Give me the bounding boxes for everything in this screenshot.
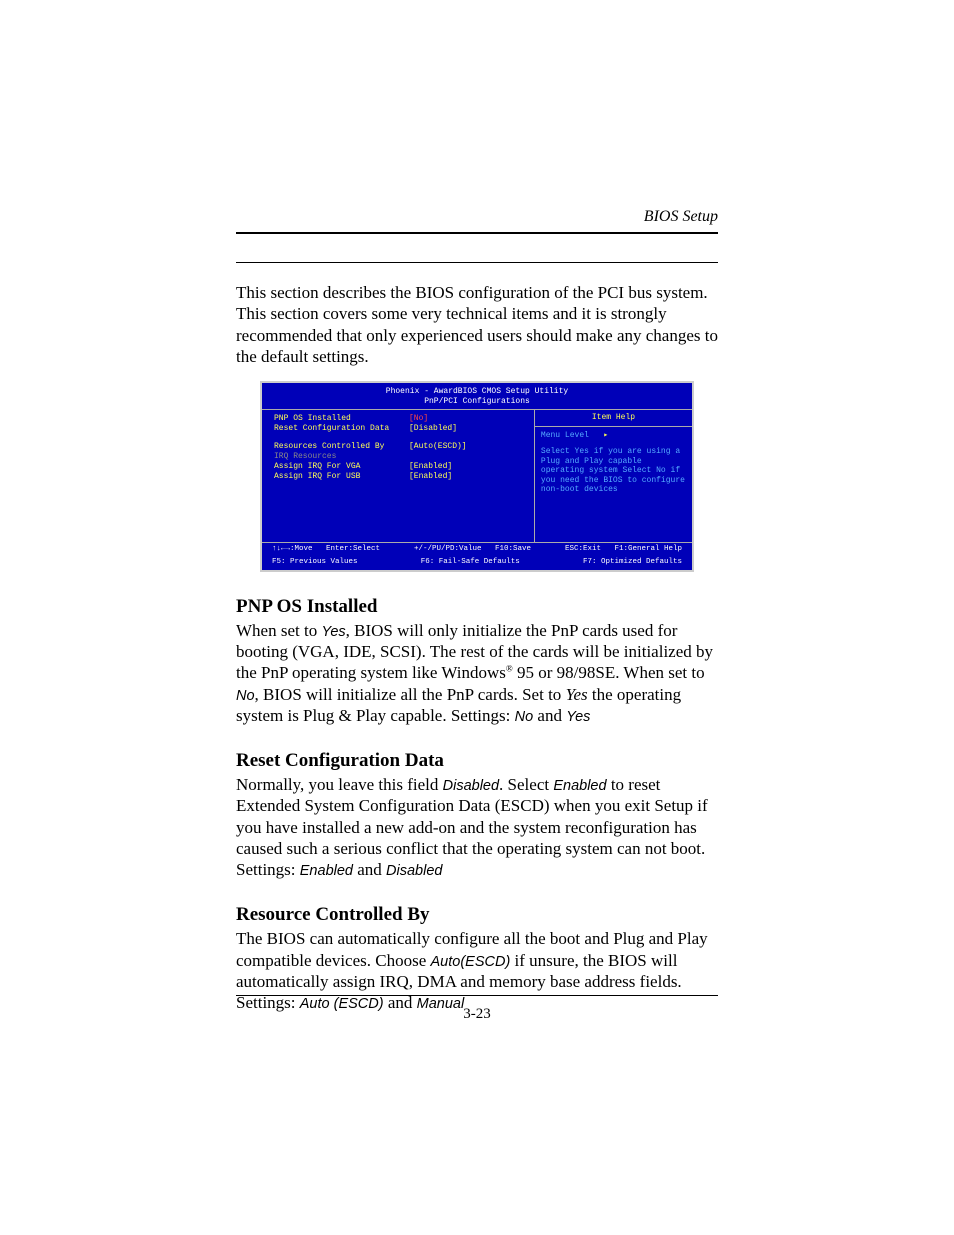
bios-setting-row: Assign IRQ For VGA[Enabled] xyxy=(274,462,528,472)
paragraph-reset-config: Normally, you leave this field Disabled.… xyxy=(236,774,718,880)
menu-level: Menu Level ▸ xyxy=(541,431,686,441)
intro-paragraph: This section describes the BIOS configur… xyxy=(236,282,718,367)
help-text: Select Yes if you are using a Plug and P… xyxy=(541,447,686,495)
bios-screenshot: Phoenix - AwardBIOS CMOS Setup Utility P… xyxy=(260,381,694,572)
bios-footer: F5: Previous Values F6: Fail-Safe Defaul… xyxy=(262,556,692,569)
bios-settings-panel: PNP OS Installed[No]Reset Configuration … xyxy=(262,410,535,542)
heading-pnp-os: PNP OS Installed xyxy=(236,596,718,618)
item-help-header: Item Help xyxy=(535,410,692,427)
divider xyxy=(236,232,718,234)
bios-item-help-panel: Item Help Menu Level ▸ Select Yes if you… xyxy=(535,410,692,542)
divider xyxy=(236,995,718,996)
bios-setting-row: PNP OS Installed[No] xyxy=(274,414,528,424)
heading-resource-controlled: Resource Controlled By xyxy=(236,904,718,926)
paragraph-resource-controlled: The BIOS can automatically configure all… xyxy=(236,928,718,1013)
paragraph-pnp-os: When set to Yes, BIOS will only initiali… xyxy=(236,620,718,726)
divider xyxy=(236,262,718,263)
bios-setting-row: IRQ Resources xyxy=(274,452,528,462)
arrow-icon: ▸ xyxy=(603,431,608,440)
bios-setting-row: Reset Configuration Data[Disabled] xyxy=(274,424,528,434)
bios-setting-row: Assign IRQ For USB[Enabled] xyxy=(274,472,528,482)
bios-footer: ↑↓←→:Move Enter:Select +/-/PU/PD:Value F… xyxy=(262,542,692,556)
header-label: BIOS Setup xyxy=(644,208,718,226)
bios-title: Phoenix - AwardBIOS CMOS Setup Utility P… xyxy=(262,383,692,409)
heading-reset-config: Reset Configuration Data xyxy=(236,750,718,772)
page-number: 3-23 xyxy=(0,1006,954,1023)
bios-setting-row: Resources Controlled By[Auto(ESCD)] xyxy=(274,442,528,452)
